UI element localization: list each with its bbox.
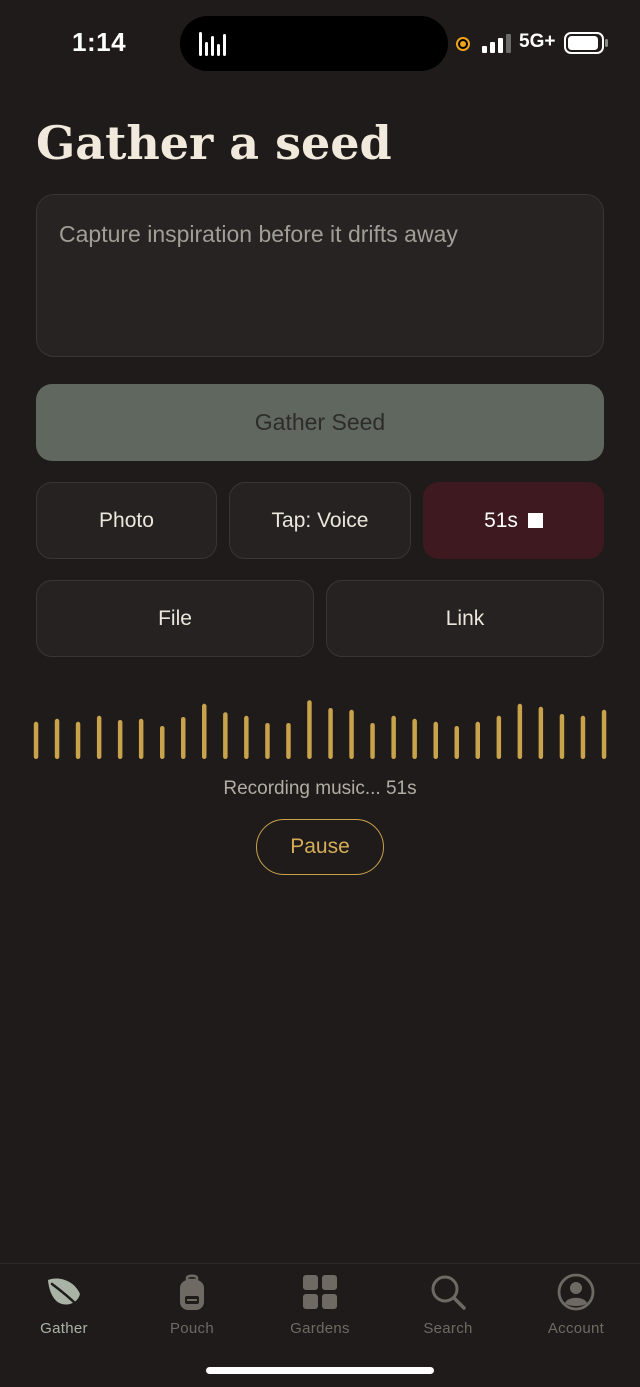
waveform-bar <box>328 708 333 759</box>
waveform-bar <box>580 715 586 759</box>
photo-button[interactable]: Photo <box>36 482 217 559</box>
waveform-bar <box>454 726 459 759</box>
pause-button[interactable]: Pause <box>256 819 384 875</box>
waveform-bar <box>265 723 270 759</box>
network-type: 5G+ <box>519 31 556 52</box>
nav-label: Gather <box>40 1320 88 1337</box>
home-indicator[interactable] <box>206 1367 434 1374</box>
stop-recording-button[interactable]: 51s <box>423 482 604 559</box>
dynamic-island[interactable] <box>180 16 448 71</box>
page-title: Gather a seed <box>36 116 392 170</box>
nav-item-gardens[interactable]: Gardens <box>256 1272 384 1342</box>
gather-seed-button[interactable]: Gather Seed <box>36 384 604 461</box>
nav-item-account[interactable]: Account <box>512 1272 640 1342</box>
seed-input[interactable] <box>37 195 603 356</box>
gather-screen: 1:14 5G+ Gather a seed Gat <box>0 0 640 1387</box>
waveform-bar <box>202 703 207 759</box>
waveform-bar <box>412 718 417 759</box>
status-time: 1:14 <box>72 27 127 57</box>
account-icon <box>557 1273 595 1311</box>
recording-timer: 51s <box>484 508 518 532</box>
search-icon <box>431 1275 466 1310</box>
recording-status: Recording music... 51s <box>223 778 417 799</box>
waveform-bar <box>307 700 312 759</box>
battery-icon <box>564 32 608 54</box>
waveform-bar <box>244 715 249 759</box>
waveform-bar <box>559 714 565 759</box>
leaf-icon <box>48 1278 80 1308</box>
nav-label: Search <box>423 1320 473 1337</box>
waveform-bar <box>286 723 291 759</box>
waveform-bar <box>75 721 81 759</box>
waveform-bar <box>475 721 480 759</box>
backpack-icon <box>180 1274 204 1310</box>
nav-item-gather[interactable]: Gather <box>0 1272 128 1342</box>
waveform-bar <box>160 726 165 759</box>
waveform-bar <box>601 709 607 759</box>
stop-icon <box>527 513 543 528</box>
waveform-bar <box>433 721 438 759</box>
file-button[interactable]: File <box>36 580 314 657</box>
audio-levels-icon <box>199 32 226 56</box>
waveform-bar <box>391 715 396 759</box>
waveform-bar <box>138 718 144 759</box>
waveform-bar <box>223 712 228 759</box>
nav-label: Account <box>547 1320 605 1337</box>
status-bar: 1:14 5G+ <box>0 0 640 90</box>
voice-button[interactable]: Tap: Voice <box>229 482 411 559</box>
nav-item-search[interactable]: Search <box>384 1272 512 1342</box>
grid-icon <box>303 1275 337 1309</box>
waveform-bar <box>117 720 123 759</box>
waveform-bar <box>33 721 39 759</box>
waveform-bar <box>517 703 523 759</box>
nav-label: Gardens <box>290 1320 350 1337</box>
link-button[interactable]: Link <box>326 580 604 657</box>
nav-item-pouch[interactable]: Pouch <box>128 1272 256 1342</box>
recording-waveform <box>33 700 607 759</box>
cellular-signal-icon <box>482 34 511 53</box>
waveform-bar <box>54 718 60 759</box>
seed-input-container <box>36 194 604 357</box>
waveform-bar <box>181 717 186 759</box>
waveform-bar <box>496 715 502 759</box>
recording-indicator-dot <box>456 37 470 51</box>
waveform-bar <box>538 706 544 759</box>
waveform-bar <box>96 715 102 759</box>
waveform-bar <box>349 709 354 759</box>
waveform-bar <box>370 723 375 759</box>
nav-label: Pouch <box>169 1320 215 1337</box>
